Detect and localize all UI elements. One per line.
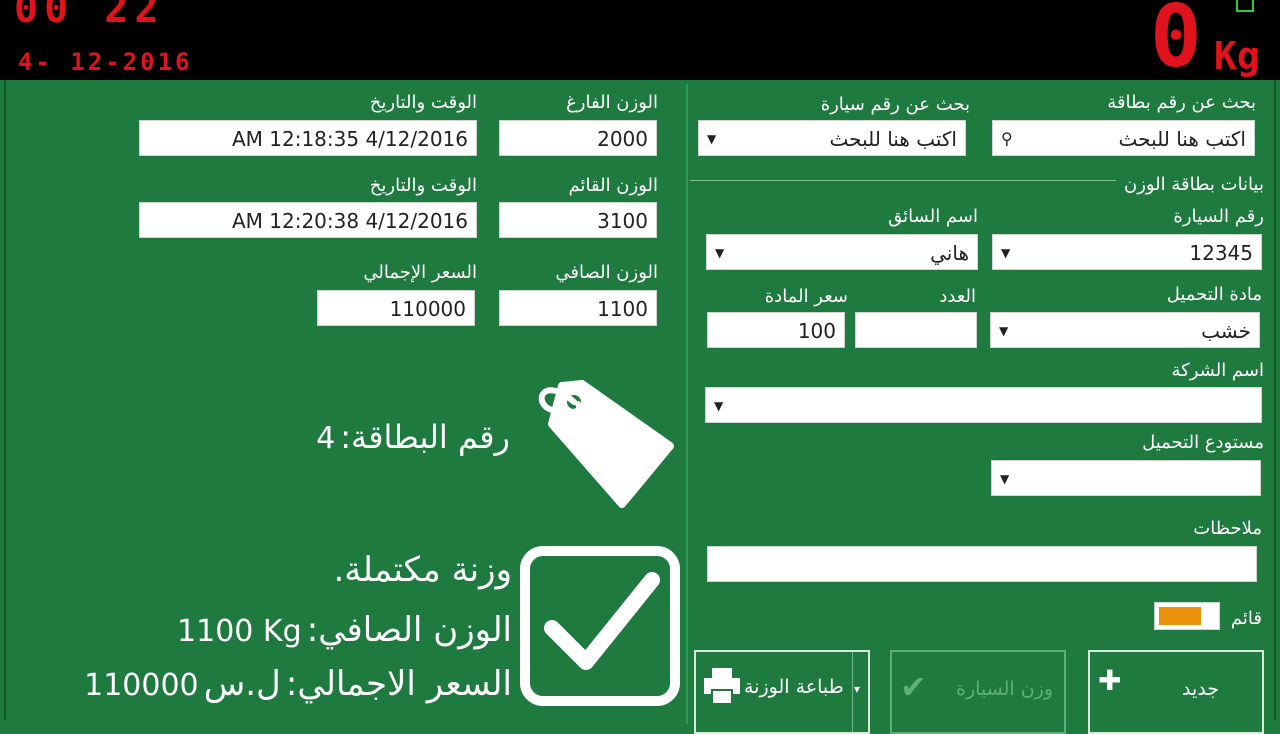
net-weight-label: الوزن الصافي xyxy=(555,262,658,283)
led-unit: Kg xyxy=(1214,34,1260,78)
material-label: مادة التحميل xyxy=(1166,284,1262,305)
notes-label: ملاحظات xyxy=(1193,518,1262,539)
search-car-input[interactable]: اكتب هنا للبحث ▼ xyxy=(698,120,966,156)
warehouse-label: مستودع التحميل xyxy=(1142,432,1264,453)
section-title: بيانات بطاقة الوزن xyxy=(1123,174,1264,195)
driver-select[interactable]: هاني ▼ xyxy=(706,234,978,270)
net-weight-field[interactable]: 1100 xyxy=(499,290,657,326)
new-button[interactable]: ✚ جديد xyxy=(1088,650,1264,734)
card-number-label: رقم البطاقة: xyxy=(340,418,510,456)
scale-display-bar: 00 22 4- 12-2016 0 Kg xyxy=(0,0,1280,80)
price-field[interactable]: 100 xyxy=(707,312,845,348)
led-time: 00 22 xyxy=(14,0,165,32)
search-card-label: بحث عن رقم بطاقة xyxy=(1107,92,1256,113)
new-button-label: جديد xyxy=(1182,678,1219,700)
chevron-down-icon[interactable]: ▼ xyxy=(714,388,723,422)
weighing-complete-text: وزنة مكتملة. xyxy=(333,550,512,590)
datetime2-label: الوقت والتاريخ xyxy=(369,175,477,196)
chevron-down-icon[interactable]: ▾ xyxy=(854,682,860,696)
car-number-label: رقم السيارة xyxy=(1173,206,1264,227)
net-summary-label: الوزن الصافي: xyxy=(306,610,512,650)
net-weight-summary: الوزن الصافي: 1100 Kg xyxy=(140,610,512,650)
section-divider xyxy=(690,180,1116,181)
datetime1-field[interactable]: AM 12:18:35 4/12/2016 xyxy=(139,120,477,156)
material-select[interactable]: خشب ▼ xyxy=(990,312,1260,348)
led-date: 4- 12-2016 xyxy=(18,48,193,76)
notes-field[interactable] xyxy=(707,546,1257,582)
total-summary-value: 110000 xyxy=(84,668,199,703)
datetime1-label: الوقت والتاريخ xyxy=(369,92,477,113)
count-label: العدد xyxy=(939,286,976,307)
chevron-down-icon[interactable]: ▼ xyxy=(1000,461,1009,495)
add-document-icon: ✚ xyxy=(1098,664,1122,697)
weigh-car-button[interactable]: ✔ وزن السيارة xyxy=(890,650,1066,734)
datetime2-field[interactable]: AM 12:20:38 4/12/2016 xyxy=(139,202,477,238)
price-label: سعر المادة xyxy=(764,286,848,307)
search-icon[interactable]: ⚲ xyxy=(1001,121,1013,155)
driver-label: اسم السائق xyxy=(888,206,978,227)
loaded-toggle[interactable] xyxy=(1154,602,1220,630)
led-weight: 0 xyxy=(1150,0,1202,87)
chevron-down-icon[interactable]: ▼ xyxy=(1001,235,1010,269)
loaded-weight-label: الوزن القائم xyxy=(568,175,658,196)
chevron-down-icon[interactable]: ▼ xyxy=(715,235,724,269)
chevron-down-icon[interactable]: ▼ xyxy=(707,121,716,155)
search-card-input[interactable]: اكتب هنا للبحث ⚲ xyxy=(992,120,1255,156)
loaded-weight-field[interactable]: 3100 xyxy=(499,202,657,238)
car-number-select[interactable]: 12345 ▼ xyxy=(992,234,1262,270)
toggle-fill xyxy=(1159,607,1201,625)
warehouse-select[interactable]: ▼ xyxy=(991,460,1261,496)
count-field[interactable] xyxy=(855,312,977,348)
total-summary-currency: ل.س xyxy=(203,664,281,704)
total-price-summary: السعر الاجمالي: ل.س 110000 xyxy=(60,664,512,704)
print-button-label: طباعة الوزنة xyxy=(744,676,844,698)
check-icon xyxy=(520,546,680,706)
toggle-label: قائم xyxy=(1230,608,1262,629)
checkmark-icon: ✔ xyxy=(900,668,927,706)
search-car-label: بحث عن رقم سيارة xyxy=(820,94,970,115)
empty-weight-label: الوزن الفارغ xyxy=(566,92,658,113)
card-number-value: 4 xyxy=(316,421,336,456)
empty-weight-field[interactable]: 2000 xyxy=(499,120,657,156)
card-number-display: رقم البطاقة: 4 xyxy=(290,418,510,456)
print-button[interactable]: طباعة الوزنة ▾ xyxy=(694,650,870,734)
printer-icon xyxy=(704,668,740,705)
status-indicator-icon xyxy=(1236,0,1254,12)
total-price-field[interactable]: 110000 xyxy=(317,290,475,326)
tag-icon xyxy=(538,380,674,508)
column-divider xyxy=(686,84,688,724)
company-select[interactable]: ▼ xyxy=(705,387,1262,423)
net-summary-value: 1100 Kg xyxy=(177,614,302,649)
chevron-down-icon[interactable]: ▼ xyxy=(999,313,1008,347)
weigh-car-button-label: وزن السيارة xyxy=(956,678,1054,700)
company-label: اسم الشركة xyxy=(1171,360,1264,381)
split-divider xyxy=(852,652,853,732)
total-price-label: السعر الإجمالي xyxy=(363,262,477,283)
total-summary-label: السعر الاجمالي: xyxy=(285,664,512,704)
